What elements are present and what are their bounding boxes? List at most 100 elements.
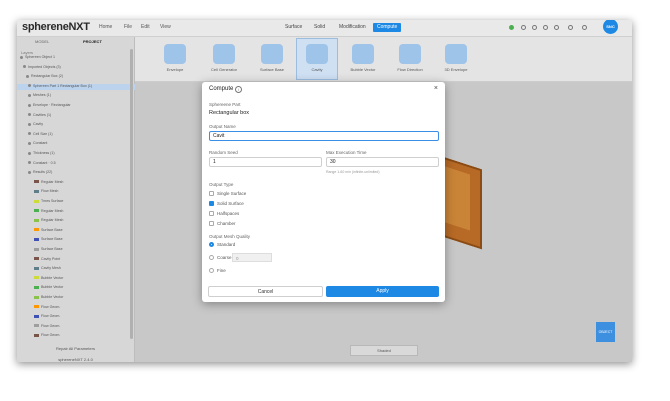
tree-row[interactable]: Cavities (1) xyxy=(17,113,140,119)
link-icon[interactable] xyxy=(532,25,537,30)
tree-row-label: Surface Base xyxy=(41,247,63,251)
tree-row[interactable]: Surface Base xyxy=(17,247,146,253)
tab-project[interactable]: PROJECT xyxy=(83,39,102,44)
left-panel: MODEL PROJECT Layers Sphereen Object 1 Im… xyxy=(17,37,140,362)
node-icon xyxy=(28,122,31,126)
checkbox[interactable] xyxy=(209,191,214,197)
tree-row-label: Regular Mesh xyxy=(41,208,64,213)
apply-button[interactable]: Apply xyxy=(326,286,439,297)
max-exec-input[interactable]: 30 xyxy=(326,157,439,167)
tree-row[interactable]: Imported Objects (3) xyxy=(17,65,135,71)
tree-row[interactable]: Meshes (1) xyxy=(17,93,140,99)
tree-row[interactable]: Envelope · Rectangular xyxy=(17,103,140,109)
view-cube[interactable]: OBJECT xyxy=(596,322,615,342)
3d-envelope-button[interactable]: 3D Envelope xyxy=(436,39,476,79)
tree-row-label: Flow Geom. xyxy=(41,304,61,309)
tab-solid[interactable]: Solid xyxy=(310,23,329,32)
app-logo: sphereneNXT xyxy=(22,21,90,33)
notification-icon[interactable] xyxy=(582,25,587,30)
cell-generator-button[interactable]: Cell Generator xyxy=(204,39,244,79)
repair-parameters-button[interactable]: Repair All Parameters xyxy=(17,346,134,351)
tree-row[interactable]: Flow Geom. xyxy=(17,333,146,339)
radio-fine[interactable]: Fine xyxy=(209,268,226,274)
radio-coarse[interactable]: Coarse xyxy=(209,255,232,261)
output-name-input[interactable]: Cavit xyxy=(209,131,439,141)
option-chamber[interactable]: Chamber xyxy=(209,221,236,227)
menu-view[interactable]: View xyxy=(160,24,171,30)
scrollbar[interactable] xyxy=(130,49,133,339)
info-icon[interactable]: i xyxy=(235,86,242,93)
help-icon[interactable] xyxy=(568,25,573,30)
flow-direction-label: Flow Direction xyxy=(397,67,423,72)
tree-row[interactable]: Bubble Vector xyxy=(17,295,146,301)
surface-base-icon xyxy=(261,44,283,64)
tree-row[interactable]: Flow Geom. xyxy=(17,324,146,330)
tree-row-label: Constant xyxy=(33,141,48,146)
tab-surface[interactable]: Surface xyxy=(281,23,306,32)
radio[interactable] xyxy=(209,255,214,261)
version-label: sphereneNXT 2.4.0 xyxy=(58,357,93,362)
radio[interactable] xyxy=(209,268,214,274)
cloud-icon[interactable] xyxy=(521,25,526,30)
display-mode-control[interactable]: Shaded xyxy=(350,345,418,356)
close-icon[interactable]: × xyxy=(434,85,438,92)
tree-row[interactable]: Sphereen Part 1 Rectangular Box (1) xyxy=(17,83,140,90)
settings-icon[interactable] xyxy=(554,25,559,30)
tree-row[interactable]: Cavity Mesh xyxy=(17,266,146,272)
option-solid-surface[interactable]: Solid Surface xyxy=(209,201,244,207)
option-halfspaces[interactable]: Halfspaces xyxy=(209,211,239,217)
window-icon[interactable] xyxy=(543,25,548,30)
tree-row[interactable]: Flow Geom. xyxy=(17,314,146,320)
tree-row-label: Results (22) xyxy=(33,170,53,175)
radio-standard[interactable]: Standard xyxy=(209,242,235,248)
tab-model[interactable]: MODEL xyxy=(35,39,49,44)
surface-base-button[interactable]: Surface Base xyxy=(252,39,292,79)
menu-home[interactable]: Home xyxy=(99,24,112,30)
tree-row[interactable]: Surface Base xyxy=(17,237,146,243)
node-icon xyxy=(28,113,31,117)
tree-row[interactable]: Results (22) xyxy=(17,170,140,176)
checkbox-checked[interactable] xyxy=(209,201,214,207)
tree-row[interactable]: Bubble Vector xyxy=(17,276,146,282)
checkbox[interactable] xyxy=(209,221,214,227)
tab-modification[interactable]: Modification xyxy=(335,23,370,32)
tree-row[interactable]: Thickness (1) xyxy=(17,151,140,157)
tree-row[interactable]: Flow Geom. xyxy=(17,305,146,311)
cancel-button[interactable]: Cancel xyxy=(208,286,323,297)
cavity-button[interactable]: Cavity xyxy=(296,38,338,80)
menu-edit[interactable]: Edit xyxy=(141,24,150,30)
avatar[interactable]: SNC xyxy=(603,20,618,34)
tree-row[interactable]: Constant · 0.5 xyxy=(17,161,140,167)
tree-row[interactable]: Rectangular Box (2) xyxy=(17,74,138,80)
tree-row[interactable]: Flow Mesh xyxy=(17,189,146,195)
tree-row[interactable]: Cavity xyxy=(17,122,140,128)
tree-row[interactable]: Sphereen Object 1 xyxy=(17,55,132,61)
tab-compute[interactable]: Compute xyxy=(373,23,402,32)
coarse-value-input[interactable]: 0 xyxy=(232,253,272,262)
tree-row-label: Sphereen Object 1 xyxy=(25,55,55,59)
tree-row[interactable]: Cavity Point xyxy=(17,257,146,263)
tree-row[interactable]: Regular Mesh xyxy=(17,218,146,224)
tree-row[interactable]: Surface Base xyxy=(17,228,146,234)
node-icon xyxy=(28,93,31,97)
tree-row[interactable]: Tmes Surface xyxy=(17,199,146,205)
node-icon xyxy=(23,65,26,69)
option-label: Single Surface xyxy=(217,191,247,196)
envelope-button[interactable]: Envelope xyxy=(155,39,195,79)
random-seed-input[interactable]: 1 xyxy=(209,157,322,167)
tree-row[interactable]: Constant xyxy=(17,141,140,147)
tree-row[interactable]: Regular Mesh xyxy=(17,209,146,215)
output-name-label: Output Name xyxy=(209,124,236,129)
bubble-vector-button[interactable]: Bubble Vector xyxy=(343,39,383,79)
option-single-surface[interactable]: Single Surface xyxy=(209,191,247,197)
cavity-icon xyxy=(306,44,328,64)
sphereene-part-value: Rectangular box xyxy=(209,110,250,116)
tree-row[interactable]: Cell Size (1) xyxy=(17,132,140,138)
tree-row[interactable]: Bubble Vector xyxy=(17,285,146,291)
color-swatch xyxy=(34,333,39,337)
checkbox[interactable] xyxy=(209,211,214,217)
radio-selected[interactable] xyxy=(209,242,214,248)
menu-file[interactable]: File xyxy=(124,24,132,30)
flow-direction-button[interactable]: Flow Direction xyxy=(390,39,430,79)
tree-row[interactable]: Regular Mesh xyxy=(17,180,146,186)
